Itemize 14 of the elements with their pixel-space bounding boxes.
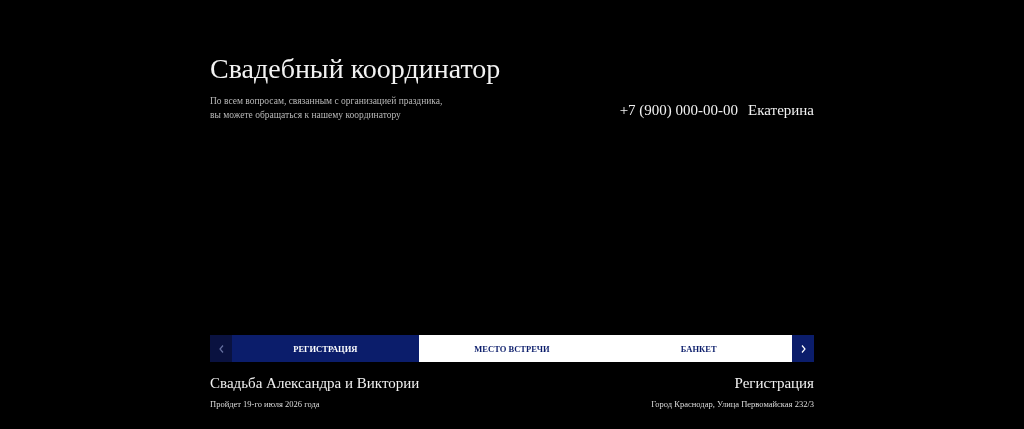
subtitle-text: По всем вопросам, связанным с организацией праздника, вы можете обращаться к нашему координатору: [210, 95, 444, 122]
next-button[interactable]: [792, 335, 814, 362]
event-date: Пройдет 19-го июля 2026 года: [210, 399, 320, 409]
location-address: Город Краснодар, Улица Первомайская 232/3: [651, 399, 814, 409]
phone-number: +7 (900) 000-00-00: [619, 102, 739, 119]
chevron-left-icon: [218, 344, 224, 353]
page-title: Свадебный координатор: [210, 52, 501, 86]
tab[interactable]: БАНКЕТ: [605, 335, 792, 362]
contact-name: Екатерина: [748, 102, 814, 119]
tab[interactable]: МЕСТО ВСТРЕЧИ: [418, 335, 606, 362]
chevron-right-icon: [800, 344, 806, 353]
location-title: Регистрация: [734, 374, 814, 393]
tab[interactable]: РЕГИСТРАЦИЯ: [232, 335, 419, 362]
event-title: Свадьба Александра и Виктории: [210, 374, 420, 393]
